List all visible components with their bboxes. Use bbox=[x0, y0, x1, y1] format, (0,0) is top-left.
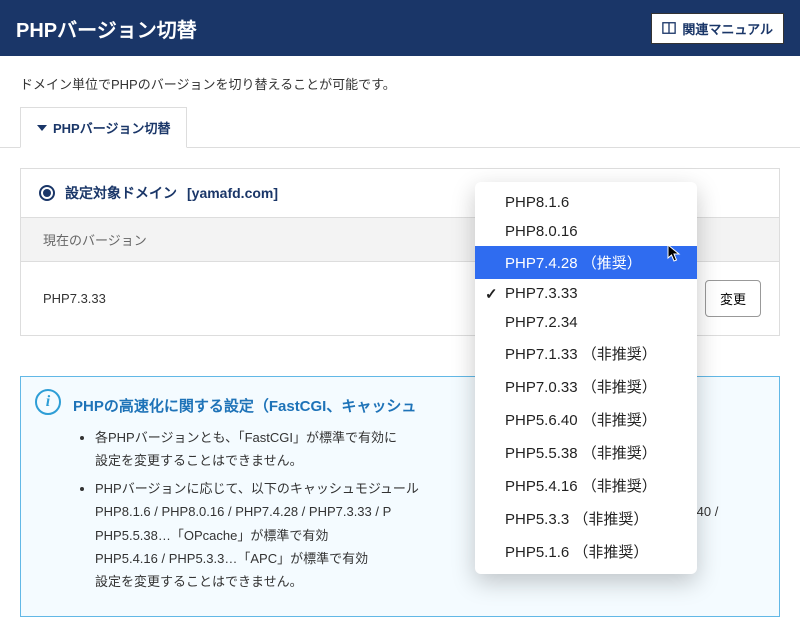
tab-strip: PHPバージョン切替 bbox=[0, 107, 800, 148]
dropdown-option[interactable]: PHP7.4.28 （推奨） bbox=[475, 246, 697, 279]
dropdown-option[interactable]: PHP7.3.33 bbox=[475, 279, 697, 308]
dropdown-option[interactable]: PHP8.1.6 bbox=[475, 188, 697, 217]
tab-label: PHPバージョン切替 bbox=[53, 118, 170, 137]
dropdown-option[interactable]: PHP5.4.16 （非推奨） bbox=[475, 469, 697, 502]
tab-php-version-switch[interactable]: PHPバージョン切替 bbox=[20, 107, 187, 148]
dropdown-option[interactable]: PHP7.2.34 bbox=[475, 308, 697, 337]
dropdown-option[interactable]: PHP8.0.16 bbox=[475, 217, 697, 246]
related-manual-button[interactable]: 関連マニュアル bbox=[651, 13, 784, 44]
page-title: PHPバージョン切替 bbox=[16, 14, 197, 43]
domain-value: [yamafd.com] bbox=[187, 185, 278, 201]
panel: 設定対象ドメイン[yamafd.com] 現在のバージョン PHP7.3.33 … bbox=[0, 148, 800, 356]
dropdown-option[interactable]: PHP5.3.3 （非推奨） bbox=[475, 502, 697, 535]
dropdown-option[interactable]: PHP7.1.33 （非推奨） bbox=[475, 337, 697, 370]
dropdown-option[interactable]: PHP7.0.33 （非推奨） bbox=[475, 370, 697, 403]
change-button[interactable]: 変更 bbox=[705, 280, 761, 317]
manual-button-label: 関連マニュアル bbox=[682, 19, 773, 38]
dropdown-option[interactable]: PHP5.1.6 （非推奨） bbox=[475, 535, 697, 568]
chevron-down-icon bbox=[37, 125, 47, 131]
book-icon bbox=[662, 21, 676, 35]
radio-icon bbox=[39, 185, 55, 201]
domain-label-prefix: 設定対象ドメイン bbox=[65, 183, 177, 203]
version-row: PHP7.3.33 変更 PHP8.1.6PHP8.0.16PHP7.4.28 … bbox=[20, 262, 780, 336]
page-header: PHPバージョン切替 関連マニュアル bbox=[0, 0, 800, 56]
version-dropdown-menu[interactable]: PHP8.1.6PHP8.0.16PHP7.4.28 （推奨）PHP7.3.33… bbox=[475, 182, 697, 574]
cursor-icon bbox=[667, 244, 681, 265]
dropdown-option[interactable]: PHP5.5.38 （非推奨） bbox=[475, 436, 697, 469]
current-version-value: PHP7.3.33 bbox=[43, 291, 106, 306]
info-icon: i bbox=[35, 389, 61, 415]
intro-text: ドメイン単位でPHPのバージョンを切り替えることが可能です。 bbox=[0, 56, 800, 107]
dropdown-option[interactable]: PHP5.6.40 （非推奨） bbox=[475, 403, 697, 436]
